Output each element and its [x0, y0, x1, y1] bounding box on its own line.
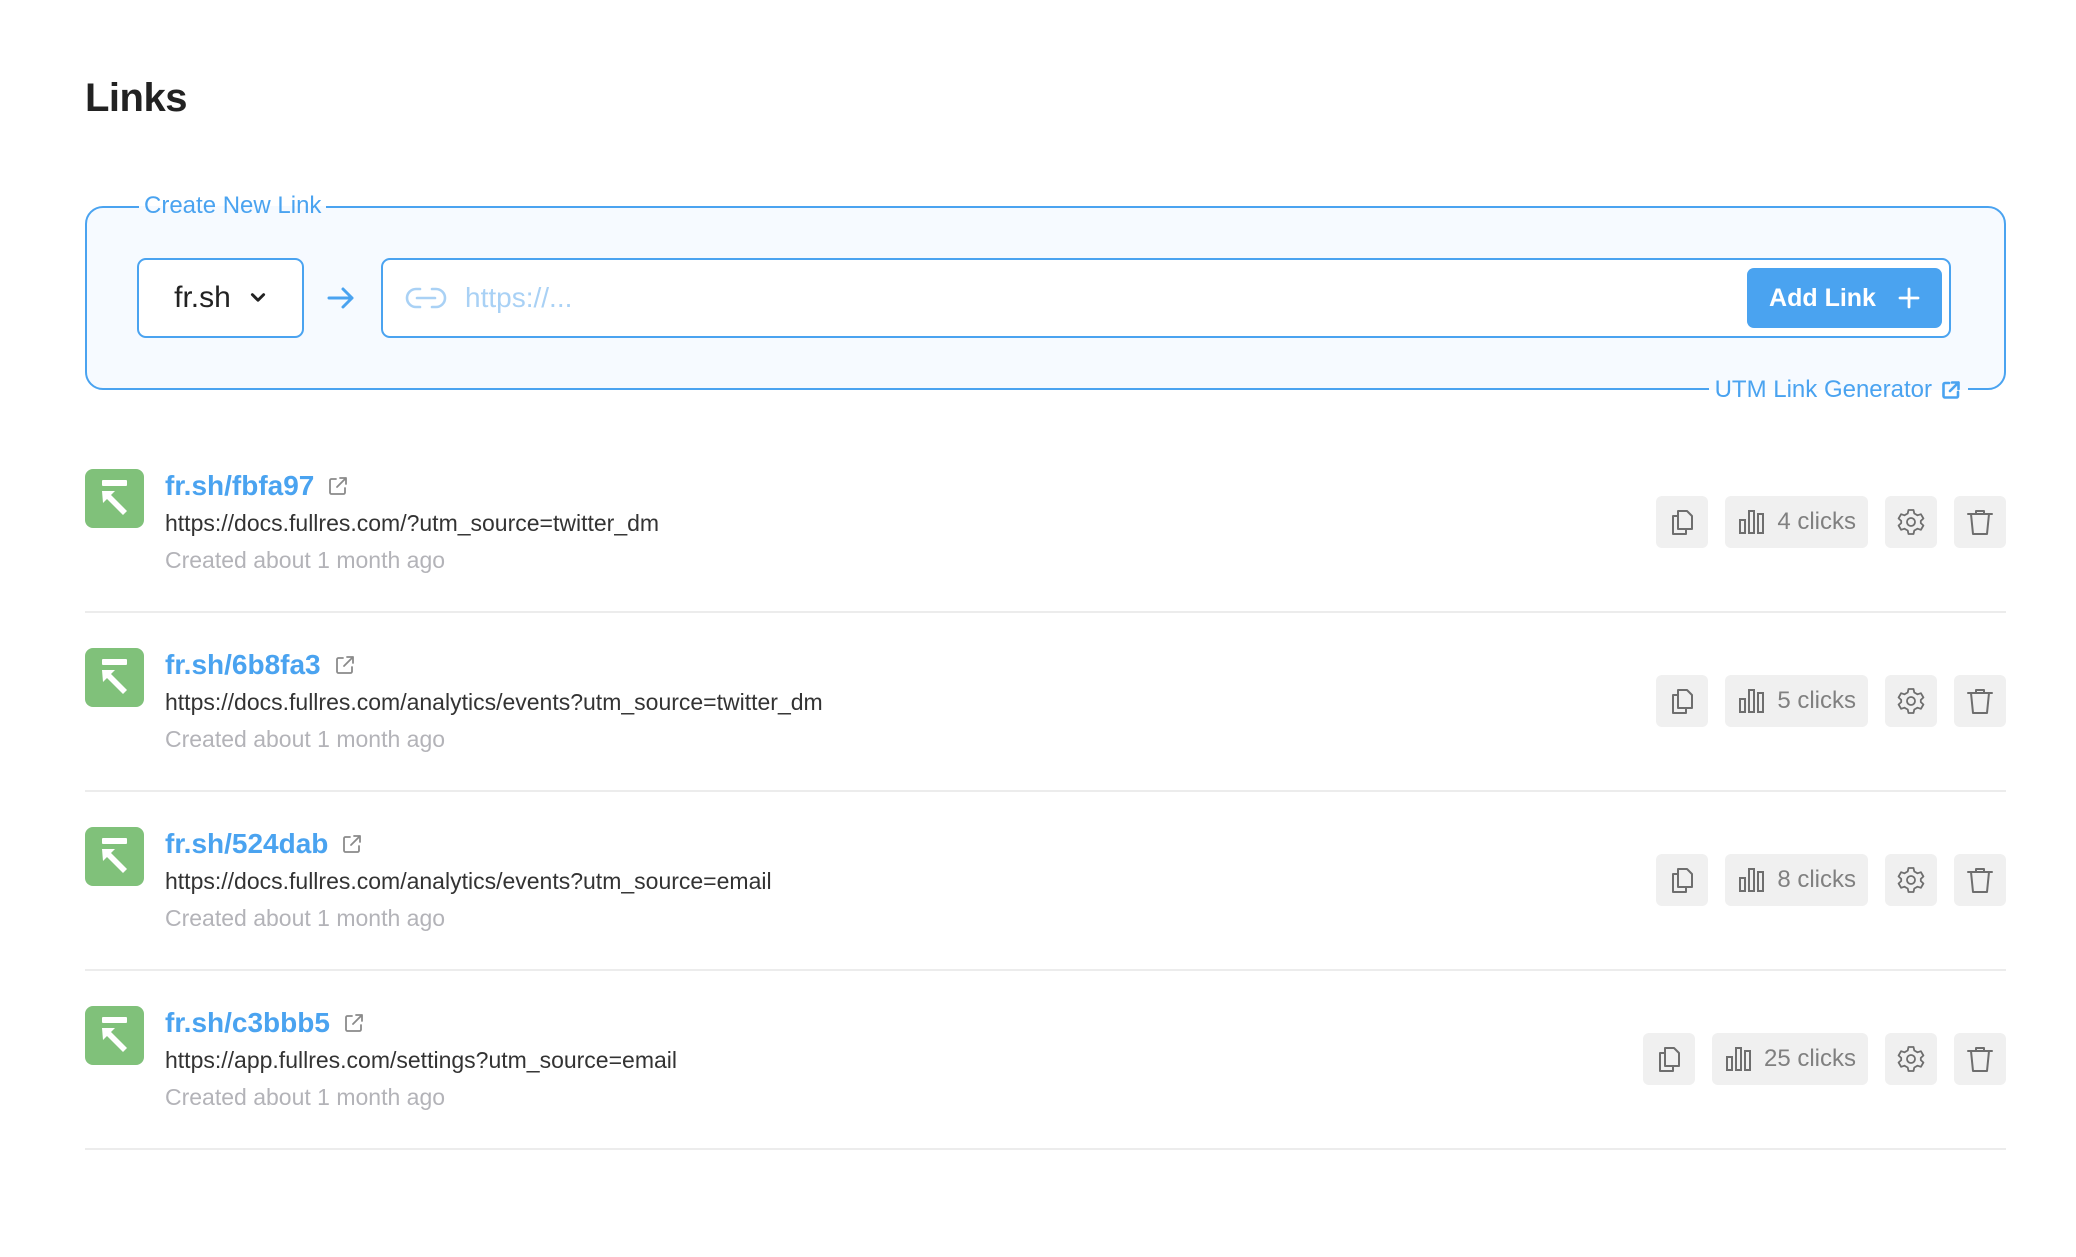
short-link[interactable]: fr.sh/fbfa97 — [165, 470, 314, 502]
chevron-down-icon — [250, 293, 265, 302]
copy-button[interactable] — [1656, 496, 1709, 548]
link-info: fr.sh/fbfa97 https://docs.fullres.com/?u… — [165, 470, 659, 574]
link-actions: 5 clicks — [1656, 675, 2006, 727]
copy-button[interactable] — [1642, 1033, 1695, 1085]
link-actions: 4 clicks — [1656, 496, 2006, 548]
copy-icon — [1658, 1047, 1680, 1072]
external-link-icon[interactable] — [342, 1011, 366, 1035]
clicks-button[interactable]: 5 clicks — [1725, 675, 1868, 727]
destination-url: https://docs.fullres.com/analytics/event… — [165, 868, 772, 894]
clicks-button[interactable]: 4 clicks — [1725, 496, 1868, 548]
bar-chart-icon — [1739, 868, 1765, 892]
clicks-count: 4 clicks — [1777, 508, 1856, 535]
delete-button[interactable] — [1954, 854, 2006, 906]
delete-button[interactable] — [1954, 1033, 2006, 1085]
plus-icon — [1898, 287, 1920, 309]
page-title: Links — [85, 76, 187, 120]
link-logo — [85, 648, 144, 707]
link-info: fr.sh/c3bbb5 https://app.fullres.com/set… — [165, 1007, 677, 1111]
add-link-button[interactable]: Add Link — [1747, 268, 1942, 328]
trash-icon — [1967, 868, 1993, 893]
url-input[interactable] — [465, 282, 1949, 314]
destination-url: https://docs.fullres.com/analytics/event… — [165, 689, 823, 715]
bar-chart-icon — [1739, 689, 1765, 713]
short-link[interactable]: fr.sh/524dab — [165, 828, 328, 860]
short-link[interactable]: fr.sh/6b8fa3 — [165, 649, 321, 681]
delete-button[interactable] — [1954, 496, 2006, 548]
link-logo — [85, 469, 144, 528]
copy-button[interactable] — [1656, 675, 1709, 727]
bar-chart-icon — [1739, 510, 1765, 534]
link-icon — [405, 287, 447, 309]
short-link-line: fr.sh/524dab — [165, 828, 772, 860]
trash-icon — [1967, 510, 1993, 535]
link-row: fr.sh/fbfa97 https://docs.fullres.com/?u… — [85, 434, 2006, 613]
external-link-icon — [1942, 381, 1960, 399]
clicks-count: 5 clicks — [1777, 687, 1856, 714]
created-time: Created about 1 month ago — [165, 726, 446, 752]
gear-icon — [1897, 509, 1925, 535]
link-actions: 25 clicks — [1642, 1033, 2006, 1085]
copy-icon — [1672, 868, 1694, 893]
settings-button[interactable] — [1885, 854, 1937, 906]
gear-icon — [1897, 688, 1925, 714]
short-link-line: fr.sh/c3bbb5 — [165, 1007, 677, 1039]
link-info: fr.sh/524dab https://docs.fullres.com/an… — [165, 828, 772, 932]
copy-icon — [1672, 510, 1694, 535]
clicks-count: 25 clicks — [1763, 1045, 1856, 1072]
destination-url: https://docs.fullres.com/?utm_source=twi… — [165, 510, 660, 536]
trash-icon — [1967, 1047, 1993, 1072]
link-info: fr.sh/6b8fa3 https://docs.fullres.com/an… — [165, 649, 823, 753]
bar-chart-icon — [1725, 1047, 1751, 1071]
links-list: fr.sh/fbfa97 https://docs.fullres.com/?u… — [85, 434, 2006, 1150]
link-logo — [85, 1006, 144, 1065]
create-link-legend: Create New Link — [139, 191, 327, 221]
utm-link-generator[interactable]: UTM Link Generator — [1708, 375, 1968, 405]
external-link-icon[interactable] — [333, 653, 357, 677]
external-link-icon[interactable] — [340, 832, 364, 856]
settings-button[interactable] — [1885, 496, 1937, 548]
utm-link-label: UTM Link Generator — [1714, 376, 1932, 403]
link-row: fr.sh/524dab https://docs.fullres.com/an… — [85, 792, 2006, 971]
clicks-button[interactable]: 25 clicks — [1711, 1033, 1868, 1085]
created-time: Created about 1 month ago — [165, 905, 446, 931]
created-time: Created about 1 month ago — [165, 547, 446, 573]
link-row: fr.sh/6b8fa3 https://docs.fullres.com/an… — [85, 613, 2006, 792]
settings-button[interactable] — [1885, 675, 1937, 727]
settings-button[interactable] — [1885, 1033, 1937, 1085]
link-actions: 8 clicks — [1656, 854, 2006, 906]
create-link-panel: Create New Link fr.sh Add Link UTM Link … — [85, 191, 2006, 405]
copy-icon — [1672, 689, 1694, 714]
destination-url: https://app.fullres.com/settings?utm_sou… — [165, 1047, 677, 1073]
link-logo — [85, 827, 144, 886]
gear-icon — [1897, 867, 1925, 893]
domain-select[interactable]: fr.sh — [137, 258, 304, 338]
short-link[interactable]: fr.sh/c3bbb5 — [165, 1007, 330, 1039]
clicks-button[interactable]: 8 clicks — [1725, 854, 1868, 906]
short-link-line: fr.sh/6b8fa3 — [165, 649, 823, 681]
short-link-line: fr.sh/fbfa97 — [165, 470, 659, 502]
add-link-label: Add Link — [1769, 283, 1876, 312]
trash-icon — [1967, 689, 1993, 714]
link-row: fr.sh/c3bbb5 https://app.fullres.com/set… — [85, 971, 2006, 1150]
copy-button[interactable] — [1656, 854, 1709, 906]
arrow-right-icon — [327, 287, 354, 309]
clicks-count: 8 clicks — [1777, 866, 1856, 893]
created-time: Created about 1 month ago — [165, 1084, 446, 1110]
delete-button[interactable] — [1954, 675, 2006, 727]
domain-select-value: fr.sh — [174, 281, 231, 314]
gear-icon — [1897, 1046, 1925, 1072]
external-link-icon[interactable] — [326, 474, 350, 498]
url-input-container: Add Link — [381, 258, 1951, 338]
